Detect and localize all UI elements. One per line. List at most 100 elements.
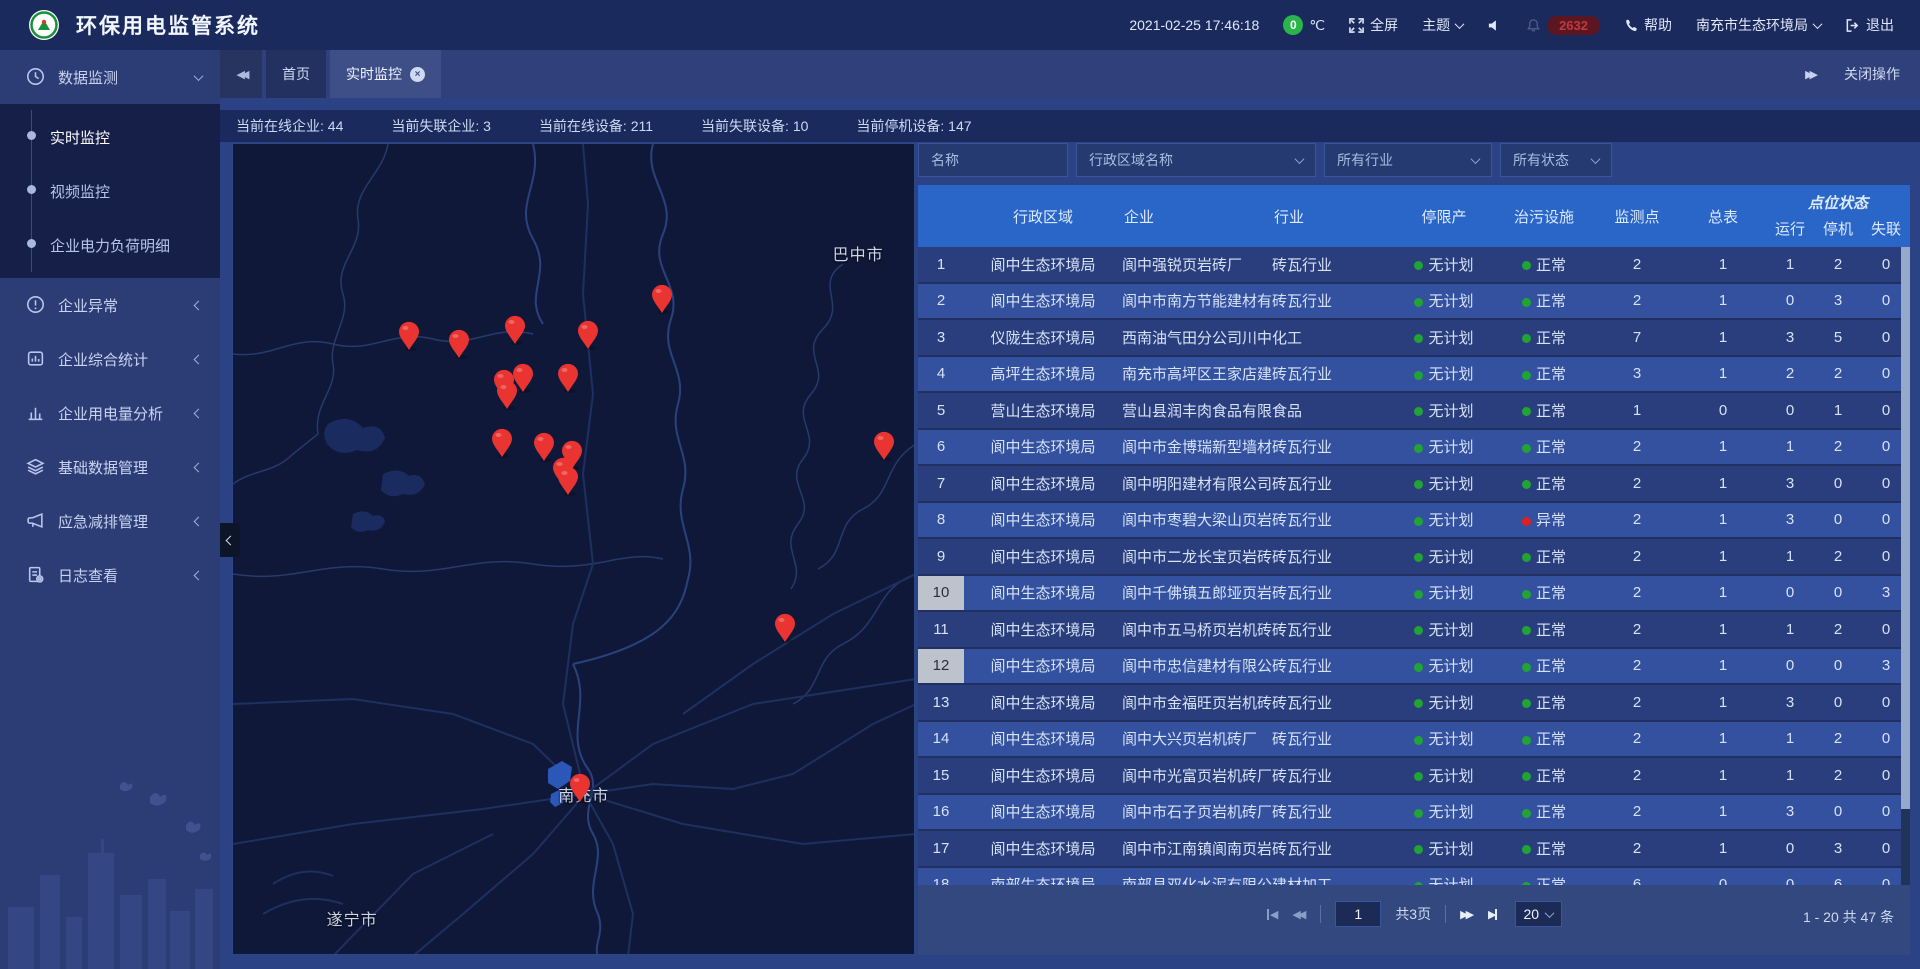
- sidebar-item[interactable]: 基础数据管理: [0, 440, 220, 494]
- row-region: 阆中生态环境局: [964, 619, 1122, 640]
- row-run-count: 1: [1766, 621, 1814, 638]
- tabs-scroll-left-button[interactable]: ◀◀: [220, 50, 262, 98]
- map-pin-icon[interactable]: [448, 329, 470, 364]
- theme-dropdown[interactable]: 主题: [1422, 15, 1463, 35]
- sidebar-item[interactable]: 企业综合统计: [0, 332, 220, 386]
- sidebar-submenu: 实时监控视频监控企业电力负荷明细: [0, 104, 220, 278]
- map-pin-icon[interactable]: [774, 613, 796, 648]
- row-run-count: 0: [1766, 292, 1814, 309]
- table-row[interactable]: 1阆中生态环境局阆中强锐页岩砖厂砖瓦行业无计划正常21120: [918, 247, 1910, 284]
- close-operations-button[interactable]: 关闭操作: [1844, 64, 1900, 84]
- table-row[interactable]: 6阆中生态环境局阆中市金博瑞新型墙材砖瓦行业无计划正常21120: [918, 430, 1910, 467]
- map-pin-icon[interactable]: [504, 315, 526, 350]
- exit-button[interactable]: 退出: [1845, 15, 1894, 35]
- map-pin-icon[interactable]: [873, 431, 895, 466]
- sidebar-item[interactable]: 数据监测: [0, 50, 220, 104]
- map-pin-icon[interactable]: [557, 466, 579, 501]
- sidebar-item[interactable]: 日志查看: [0, 548, 220, 602]
- status-dot-icon: [1414, 553, 1423, 562]
- sidebar-subitem[interactable]: 视频监控: [0, 164, 220, 218]
- table-scrollbar[interactable]: [1901, 247, 1910, 885]
- table-row[interactable]: 15阆中生态环境局阆中市光富页岩机砖厂砖瓦行业无计划正常21120: [918, 758, 1910, 795]
- next-page-button[interactable]: ▶▶: [1460, 908, 1474, 921]
- notification-area[interactable]: 2632: [1526, 16, 1600, 35]
- row-total-meter: 1: [1680, 767, 1766, 784]
- fullscreen-button[interactable]: 全屏: [1349, 15, 1398, 35]
- map-pin-icon[interactable]: [557, 363, 579, 398]
- status-filter-select[interactable]: 所有状态: [1500, 143, 1612, 177]
- col-stop-plan: 停限产: [1394, 185, 1494, 247]
- tab-home[interactable]: 首页: [266, 50, 326, 98]
- tabs-scroll-right-button[interactable]: ▶▶: [1805, 68, 1818, 81]
- row-facility-status: 正常: [1494, 327, 1594, 348]
- table-row[interactable]: 7阆中生态环境局阆中明阳建材有限公司砖瓦行业无计划正常21300: [918, 466, 1910, 503]
- table-row[interactable]: 9阆中生态环境局阆中市二龙长宝页岩砖砖瓦行业无计划正常21120: [918, 539, 1910, 576]
- table-row[interactable]: 17阆中生态环境局阆中市江南镇阆南页岩砖瓦行业无计划正常21030: [918, 831, 1910, 868]
- table-row[interactable]: 13阆中生态环境局阆中市金福旺页岩机砖砖瓦行业无计划正常21300: [918, 685, 1910, 722]
- status-dot-icon: [1522, 480, 1531, 489]
- org-dropdown[interactable]: 南充市生态环境局: [1696, 15, 1821, 35]
- name-filter-field[interactable]: [918, 143, 1068, 177]
- region-filter-select[interactable]: 行政区域名称: [1076, 143, 1316, 177]
- status-text: 正常: [1536, 366, 1566, 383]
- table-row[interactable]: 10阆中生态环境局阆中千佛镇五郎垭页岩砖瓦行业无计划正常21003: [918, 576, 1910, 613]
- gauge-icon: [26, 67, 46, 87]
- page-size-select[interactable]: 20: [1515, 901, 1563, 927]
- close-tab-icon[interactable]: ×: [410, 67, 425, 82]
- table-row[interactable]: 4高坪生态环境局南充市高坪区王家店建砖瓦行业无计划正常31220: [918, 357, 1910, 394]
- page-number-input[interactable]: [1335, 901, 1381, 927]
- map-pin-icon[interactable]: [496, 380, 518, 415]
- tab-bar: ◀◀ 首页 实时监控 × ▶▶ 关闭操作: [220, 50, 1920, 98]
- map-pin-icon[interactable]: [651, 284, 673, 319]
- scrollbar-thumb[interactable]: [1901, 247, 1910, 809]
- row-company: 南充市高坪区王家店建: [1122, 363, 1272, 384]
- row-region: 营山生态环境局: [964, 400, 1122, 421]
- map-pin-icon[interactable]: [577, 320, 599, 355]
- sidebar-item[interactable]: 企业用电量分析: [0, 386, 220, 440]
- fullscreen-label: 全屏: [1370, 15, 1398, 35]
- table-row[interactable]: 16阆中生态环境局阆中市石子页岩机砖厂砖瓦行业无计划正常21300: [918, 795, 1910, 832]
- table-row[interactable]: 8阆中生态环境局阆中市枣碧大梁山页岩砖瓦行业无计划异常21300: [918, 503, 1910, 540]
- phone-icon: [1624, 18, 1638, 32]
- status-dot-icon: [1414, 407, 1423, 416]
- sidebar-item[interactable]: 企业异常: [0, 278, 220, 332]
- sidebar-subitem[interactable]: 企业电力负荷明细: [0, 218, 220, 272]
- row-run-count: 3: [1766, 475, 1814, 492]
- status-text: 正常: [1536, 476, 1566, 493]
- help-button[interactable]: 帮助: [1624, 15, 1672, 35]
- prev-page-button[interactable]: ◀◀: [1292, 908, 1306, 921]
- map-pin-icon[interactable]: [491, 428, 513, 463]
- row-region: 阆中生态环境局: [964, 838, 1122, 859]
- table-row[interactable]: 14阆中生态环境局阆中大兴页岩机砖厂砖瓦行业无计划正常21120: [918, 722, 1910, 759]
- status-text: 无计划: [1428, 804, 1473, 821]
- row-facility-status: 异常: [1494, 509, 1594, 530]
- name-filter-input[interactable]: [931, 152, 1055, 168]
- sidebar-collapse-button[interactable]: [220, 523, 240, 557]
- stat-item: 当前停机设备: 147: [856, 116, 971, 136]
- first-page-button[interactable]: ◀: [1266, 908, 1278, 921]
- map-pin-icon[interactable]: [569, 773, 591, 808]
- temperature-indicator: 0 ℃: [1283, 15, 1325, 35]
- table-row[interactable]: 12阆中生态环境局阆中市忠信建材有限公砖瓦行业无计划正常21003: [918, 649, 1910, 686]
- table-row[interactable]: 2阆中生态环境局阆中市南方节能建材有砖瓦行业无计划正常21030: [918, 284, 1910, 321]
- table-row[interactable]: 18南部生态环境局南部县双化水泥有限公建材加工无计划正常60060: [918, 868, 1910, 886]
- row-industry: 砖瓦行业: [1272, 290, 1394, 311]
- volume-icon[interactable]: [1487, 18, 1502, 33]
- bullet-icon: [27, 131, 36, 140]
- table-row[interactable]: 3仪陇生态环境局西南油气田分公司川中化工无计划正常71350: [918, 320, 1910, 357]
- industry-filter-select[interactable]: 所有行业: [1324, 143, 1492, 177]
- row-facility-status: 正常: [1494, 728, 1594, 749]
- status-text: 正常: [1536, 403, 1566, 420]
- sidebar-subitem[interactable]: 实时监控: [0, 110, 220, 164]
- sidebar-item[interactable]: 应急减排管理: [0, 494, 220, 548]
- table-row[interactable]: 5营山生态环境局营山县润丰肉食品有限食品无计划正常10010: [918, 393, 1910, 430]
- tab-realtime-monitoring[interactable]: 实时监控 ×: [330, 50, 441, 98]
- col-stopped: 停机: [1814, 218, 1862, 239]
- row-seq: 9: [918, 548, 964, 565]
- table-row[interactable]: 11阆中生态环境局阆中市五马桥页岩机砖砖瓦行业无计划正常21120: [918, 612, 1910, 649]
- map-panel[interactable]: 巴中市南充市遂宁市: [232, 143, 915, 955]
- map-pin-icon[interactable]: [398, 321, 420, 356]
- fullscreen-icon: [1349, 18, 1364, 33]
- last-page-button[interactable]: ▶: [1488, 908, 1500, 921]
- row-seq: 5: [918, 402, 964, 419]
